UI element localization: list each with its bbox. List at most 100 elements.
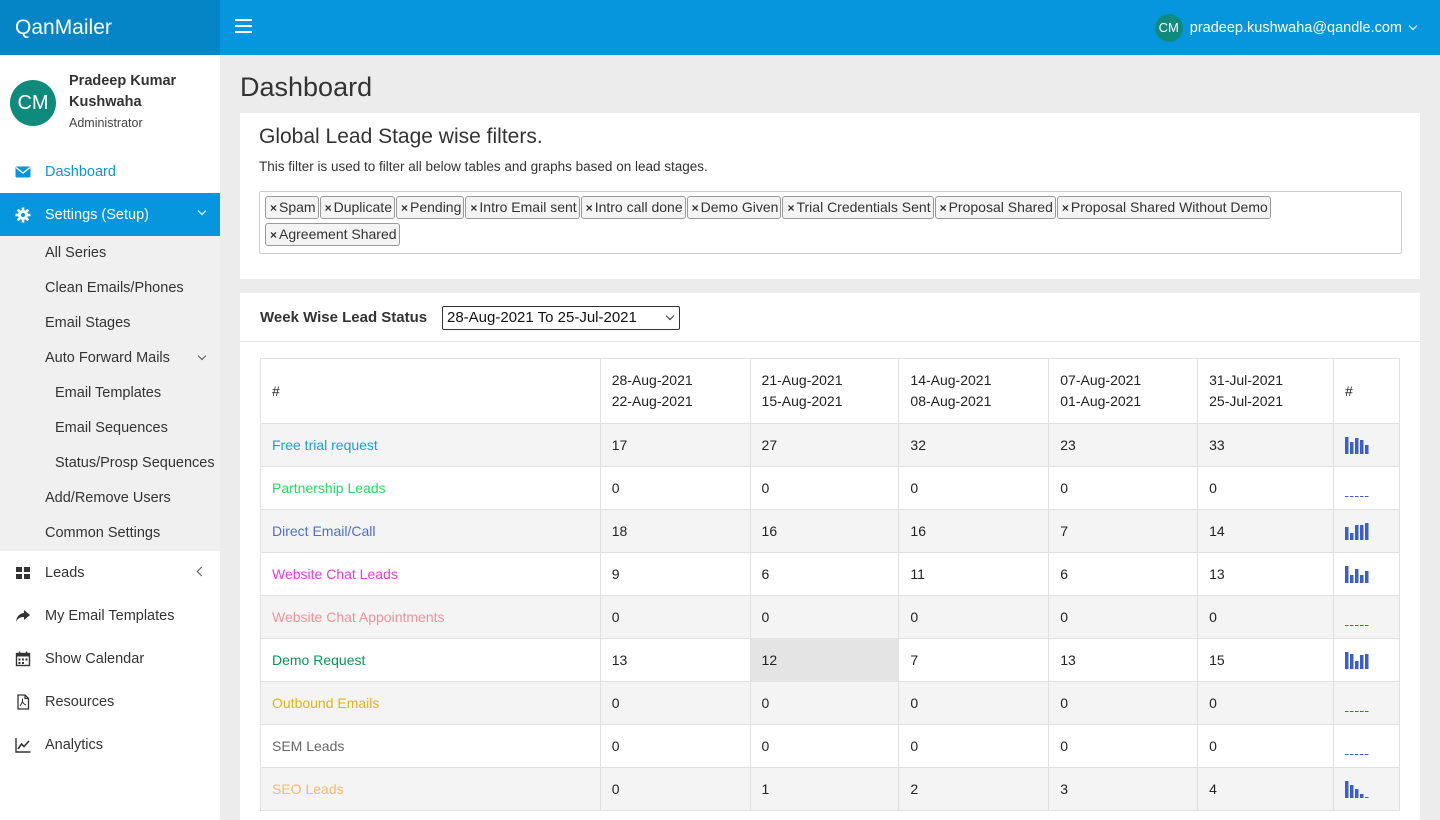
column-header-week: 07-Aug-2021 01-Aug-2021 bbox=[1048, 358, 1199, 424]
lead-count-cell: 15 bbox=[1197, 638, 1334, 682]
sparkline-bar bbox=[1345, 711, 1349, 712]
lead-source-link[interactable]: SEM Leads bbox=[272, 738, 344, 754]
lead-source-link[interactable]: Partnership Leads bbox=[272, 480, 386, 496]
sparkline-bar bbox=[1365, 711, 1369, 712]
lead-count-cell: 27 bbox=[749, 423, 900, 467]
sparkline-bar bbox=[1355, 661, 1359, 669]
close-icon[interactable]: × bbox=[270, 228, 277, 242]
sidebar-item-analytics[interactable]: Analytics bbox=[0, 723, 220, 766]
lead-count-cell: 0 bbox=[1197, 595, 1334, 639]
trend-sparkline bbox=[1345, 437, 1369, 454]
lead-source-link[interactable]: Direct Email/Call bbox=[272, 523, 375, 539]
sparkline-bar bbox=[1350, 575, 1354, 583]
filter-tag[interactable]: × Intro call done bbox=[580, 196, 686, 219]
close-icon[interactable]: × bbox=[325, 201, 332, 215]
trend-sparkline-cell bbox=[1333, 638, 1400, 682]
close-icon[interactable]: × bbox=[692, 201, 699, 215]
table-row: SEM Leads 0 0 0 0 0 bbox=[260, 724, 1400, 768]
sidebar-item-resources[interactable]: Resources bbox=[0, 680, 220, 723]
filter-tag[interactable]: × Agreement Shared bbox=[265, 223, 400, 246]
sidebar-item-email-sequences[interactable]: Email Sequences bbox=[0, 411, 220, 446]
sidebar-item-label: Show Calendar bbox=[45, 650, 145, 667]
sidebar-item-common-settings[interactable]: Common Settings bbox=[0, 516, 220, 551]
lead-count-cell: 4 bbox=[1197, 767, 1334, 811]
sidebar-item-leads[interactable]: Leads bbox=[0, 551, 220, 594]
settings-submenu: All Series Clean Emails/Phones Email Sta… bbox=[0, 236, 220, 551]
sidebar-item-show-calendar[interactable]: Show Calendar bbox=[0, 637, 220, 680]
lead-count-cell: 13 bbox=[1197, 552, 1334, 596]
sparkline-bar bbox=[1355, 754, 1359, 755]
column-header-week: 21-Aug-2021 15-Aug-2021 bbox=[749, 358, 900, 424]
chevron-down-icon bbox=[1408, 21, 1418, 31]
table-row: Demo Request 13 12 7 13 15 bbox=[260, 638, 1400, 682]
filter-tag-label: Duplicate bbox=[333, 199, 392, 215]
sparkline-bar bbox=[1350, 711, 1354, 712]
filter-tag[interactable]: × Pending bbox=[395, 196, 465, 219]
filter-tag[interactable]: × Intro Email sent bbox=[465, 196, 580, 219]
lead-count-cell: 17 bbox=[599, 423, 751, 467]
close-icon[interactable]: × bbox=[787, 201, 794, 215]
chevron-down-icon bbox=[197, 351, 207, 361]
sparkline-bar bbox=[1360, 794, 1364, 798]
lead-source-cell: Website Chat Appointments bbox=[260, 595, 601, 639]
filter-tag[interactable]: × Duplicate bbox=[319, 196, 395, 219]
sparkline-bar bbox=[1365, 797, 1369, 798]
lead-count-cell: 0 bbox=[1197, 466, 1334, 510]
stage-filter-multiselect[interactable]: × Spam × Duplicate × Pending × Intro Email sent… bbox=[259, 191, 1402, 254]
trend-sparkline bbox=[1345, 523, 1369, 540]
lead-count-cell: 14 bbox=[1197, 509, 1334, 553]
sidebar-item-dashboard[interactable]: Dashboard bbox=[0, 150, 220, 193]
lead-source-link[interactable]: Website Chat Leads bbox=[272, 566, 398, 582]
sidebar-item-email-stages[interactable]: Email Stages bbox=[0, 306, 220, 341]
hamburger-menu-icon[interactable] bbox=[235, 19, 252, 35]
lead-count-cell: 6 bbox=[749, 552, 900, 596]
date-range-value: 28-Aug-2021 To 25-Jul-2021 bbox=[447, 309, 637, 326]
close-icon[interactable]: × bbox=[270, 201, 277, 215]
close-icon[interactable]: × bbox=[1062, 201, 1069, 215]
sidebar-item-label: Auto Forward Mails bbox=[45, 350, 170, 366]
envelope-icon bbox=[15, 166, 31, 178]
lead-source-link[interactable]: Free trial request bbox=[272, 437, 378, 453]
filter-tag-label: Demo Given bbox=[700, 199, 779, 215]
filter-tag[interactable]: × Proposal Shared bbox=[934, 196, 1056, 219]
sidebar-item-auto-forward-mails[interactable]: Auto Forward Mails bbox=[0, 341, 220, 376]
share-icon bbox=[16, 610, 30, 622]
lead-source-link[interactable]: SEO Leads bbox=[272, 781, 344, 797]
filter-tag[interactable]: × Demo Given bbox=[686, 196, 782, 219]
lead-count-cell: 0 bbox=[599, 767, 751, 811]
filter-tag[interactable]: × Proposal Shared Without Demo bbox=[1056, 196, 1271, 219]
sidebar-item-add-remove-users[interactable]: Add/Remove Users bbox=[0, 481, 220, 516]
card-title: Week Wise Lead Status bbox=[260, 309, 428, 326]
filter-card-description: This filter is used to filter all below … bbox=[259, 159, 708, 174]
filter-tag[interactable]: × Spam bbox=[265, 196, 319, 219]
trend-sparkline bbox=[1345, 625, 1369, 626]
close-icon[interactable]: × bbox=[586, 201, 593, 215]
user-menu[interactable]: CM pradeep.kushwaha@qandle.com bbox=[1154, 14, 1418, 42]
sidebar-item-email-templates[interactable]: Email Templates bbox=[0, 376, 220, 411]
lead-source-link[interactable]: Demo Request bbox=[272, 652, 365, 668]
close-icon[interactable]: × bbox=[470, 201, 477, 215]
lead-count-cell: 2 bbox=[898, 767, 1050, 811]
sidebar-item-settings[interactable]: Settings (Setup) bbox=[0, 193, 220, 236]
sparkline-bar bbox=[1365, 754, 1369, 755]
calendar-icon bbox=[15, 651, 31, 667]
week-end-date: 22-Aug-2021 bbox=[611, 393, 693, 409]
brand-logo[interactable]: QanMailer bbox=[0, 0, 220, 55]
sidebar-item-status-prosp-sequences[interactable]: Status/Prosp Sequences bbox=[0, 446, 220, 481]
trend-sparkline-cell bbox=[1333, 681, 1400, 725]
lead-count-cell: 0 bbox=[749, 724, 900, 768]
sparkline-bar bbox=[1360, 575, 1364, 583]
close-icon[interactable]: × bbox=[401, 201, 408, 215]
filter-tag-label: Trial Credentials Sent bbox=[796, 199, 931, 215]
sparkline-bar bbox=[1355, 625, 1359, 626]
close-icon[interactable]: × bbox=[940, 201, 947, 215]
sparkline-bar bbox=[1350, 442, 1354, 454]
sidebar-item-clean-emails-phones[interactable]: Clean Emails/Phones bbox=[0, 271, 220, 306]
lead-source-link[interactable]: Outbound Emails bbox=[272, 695, 379, 711]
lead-count-cell: 0 bbox=[1048, 595, 1199, 639]
date-range-select[interactable]: 28-Aug-2021 To 25-Jul-2021 bbox=[442, 306, 680, 330]
filter-tag[interactable]: × Trial Credentials Sent bbox=[782, 196, 934, 219]
sidebar-item-all-series[interactable]: All Series bbox=[0, 236, 220, 271]
lead-source-link[interactable]: Website Chat Appointments bbox=[272, 609, 445, 625]
sidebar-item-my-email-templates[interactable]: My Email Templates bbox=[0, 594, 220, 637]
